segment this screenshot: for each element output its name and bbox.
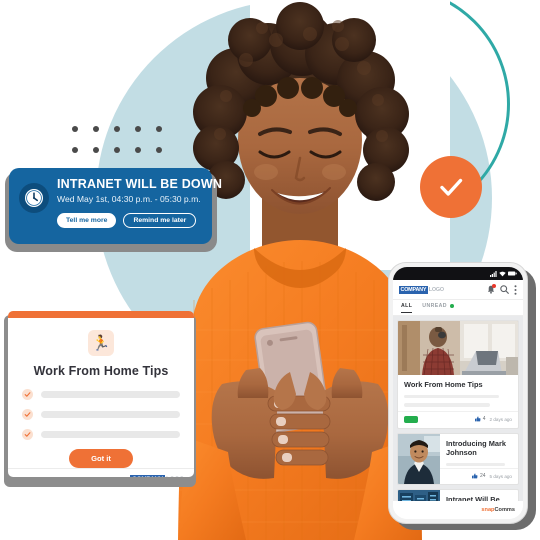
company-logo-light: LOGO [165,476,184,477]
tab-unread-label: UNREAD [422,303,447,309]
like-count[interactable]: 24 [471,473,486,479]
grid-dot [93,126,99,132]
app-logo-light: LOGO [428,286,444,293]
placeholder-bar [41,411,180,418]
grid-dot [135,126,141,132]
notification-feed[interactable]: Work From Home Tips 4 2 days ago Introdu… [393,316,523,501]
feed-item-content: Intranet Will Be Down [440,490,518,501]
grid-dot [93,147,99,153]
like-count[interactable]: 4 [474,416,486,422]
intranet-alert-card[interactable]: INTRANET WILL BE DOWN Wed May 1st, 04:30… [9,168,223,244]
feed-item-work-from-home-tips[interactable]: Work From Home Tips 4 2 days ago [397,320,519,429]
app-logo-bold: COMPANY [399,285,428,294]
feed-item-title: Work From Home Tips [404,380,483,389]
feed-item-intranet-will-be-down[interactable]: Intranet Will Be Down [397,489,519,501]
list-item [22,389,180,400]
covid-tag: COVID-19 [18,477,46,478]
placeholder-bar [404,394,500,398]
grid-dot [72,147,78,153]
clock-icon [19,183,49,213]
article-image-server-racks [398,490,440,501]
feed-item-body: Work From Home Tips [398,375,518,411]
tips-card-main: 🏃 Work From Home Tips Got it [8,318,194,468]
thumbs-up-icon [474,416,481,422]
alert-title: INTRANET WILL BE DOWN [57,177,223,191]
overflow-menu-icon[interactable] [514,284,517,295]
tell-me-more-button[interactable]: Tell me more [57,213,117,228]
feed-item-meta: 4 2 days ago [398,410,518,428]
feed-item-content: Introducing Mark Johnson 24 5 days ago [440,434,518,485]
snapcomms-logo-dark: Comms [494,507,515,513]
feed-item-title: Introducing Mark Johnson [446,438,506,458]
work-from-home-tips-card[interactable]: 🏃 Work From Home Tips Got it [8,311,194,477]
phone-screen: COMPANY LOGO ALL UNREAD Work From Home T… [393,267,523,519]
search-icon[interactable] [500,285,509,294]
timestamp: 2 days ago [489,416,512,422]
list-item [22,429,180,440]
battery-icon [508,271,517,276]
bell-icon[interactable] [487,284,496,294]
feed-item-body: Introducing Mark Johnson [440,434,518,469]
grid-dot [72,126,78,132]
tips-checklist [22,389,180,440]
article-image-woman-at-laptop [398,321,518,375]
check-icon [440,178,463,196]
feed-item-introducing-mark-johnson[interactable]: Introducing Mark Johnson 24 5 days ago [397,432,519,485]
grid-dot [114,147,120,153]
tab-all[interactable]: ALL [401,303,413,313]
got-it-button[interactable]: Got it [69,449,133,468]
tips-card-footer: COVID-19 COMPANYLOGO [8,468,194,477]
snapcomms-logo: snap Comms [481,507,515,513]
feed-tabs: ALL UNREAD [393,300,523,316]
remind-me-later-button[interactable]: Remind me later [123,213,197,228]
success-check-badge [420,156,482,218]
list-item [22,409,180,420]
company-logo-bold: COMPANY [130,475,165,477]
timestamp: 5 days ago [489,473,512,479]
tips-card-title: Work From Home Tips [33,364,169,378]
check-icon [22,389,33,400]
article-thumbnail [398,433,440,485]
alert-subtitle: Wed May 1st, 04:30 p.m. - 05:30 p.m. [57,194,201,204]
article-image-smiling-man [398,433,440,484]
placeholder-bar [404,403,491,407]
app-header: COMPANY LOGO [393,280,523,300]
feed-item-meta: 24 5 days ago [440,468,518,484]
placeholder-bar [41,391,180,398]
like-count-value: 4 [482,416,486,422]
phone-mockup: COMPANY LOGO ALL UNREAD Work From Home T… [388,262,528,524]
feed-item-body: Intranet Will Be Down [440,490,518,501]
thumbs-up-icon [471,473,478,479]
tab-unread[interactable]: UNREAD [422,303,454,312]
phone-status-bar [393,267,523,280]
alert-actions: Tell me more Remind me later [57,213,202,228]
company-logo: COMPANYLOGO [130,475,184,477]
phone-footer: snap Comms [393,501,523,519]
unread-indicator-dot [449,303,454,308]
running-person-icon: 🏃 [88,330,114,356]
grid-dot [135,147,141,153]
grid-dot [114,126,120,132]
status-badge [404,415,418,423]
article-thumbnail [398,490,440,501]
placeholder-bar [41,431,180,438]
tips-card-accent-bar [8,311,194,318]
illustration-canvas: INTRANET WILL BE DOWN Wed May 1st, 04:30… [0,0,540,540]
signal-icon [490,270,497,277]
check-icon [22,409,33,420]
wifi-icon [499,271,506,276]
snapcomms-logo-accent: snap [481,507,495,513]
alert-body: INTRANET WILL BE DOWN Wed May 1st, 04:30… [57,177,223,228]
like-count-value: 24 [479,473,486,479]
check-icon [22,429,33,440]
placeholder-bar [446,462,506,466]
app-company-logo: COMPANY LOGO [399,285,444,294]
notification-badge [492,284,496,288]
